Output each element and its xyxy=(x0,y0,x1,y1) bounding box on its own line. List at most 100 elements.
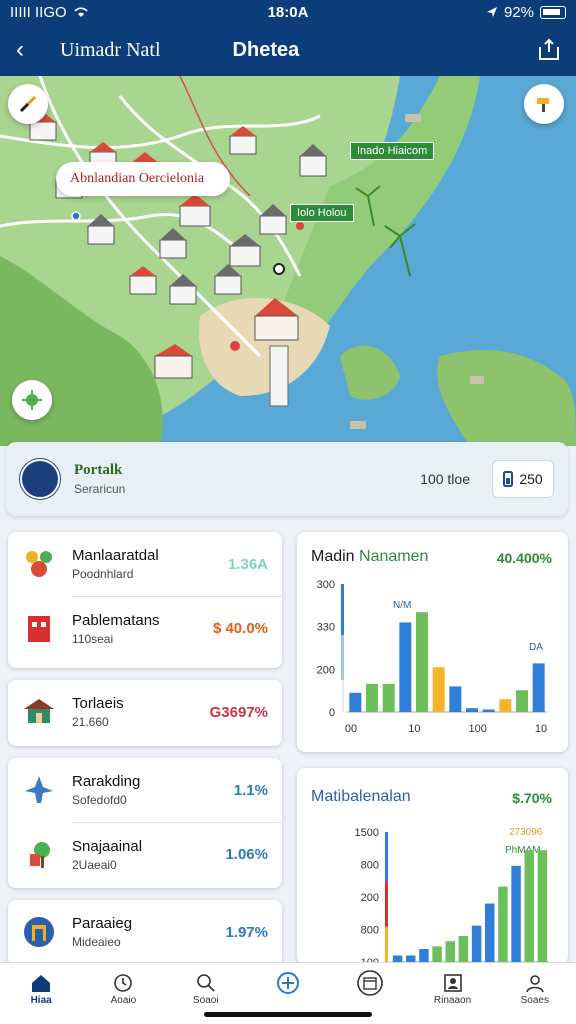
share-button[interactable] xyxy=(536,37,562,63)
nav-user[interactable]: Soaes xyxy=(494,963,576,1024)
item-percent: 1.1% xyxy=(233,781,268,799)
home-icon xyxy=(32,975,51,992)
item-percent: 1.97% xyxy=(225,923,268,941)
axis-accent xyxy=(341,635,344,680)
axis-accent xyxy=(385,926,388,962)
item-name: Rarakding xyxy=(72,773,141,790)
y-tick-label: 800 xyxy=(361,925,379,937)
item-sub: Sofedofd0 xyxy=(72,793,127,807)
search-icon xyxy=(196,974,215,992)
list-item[interactable]: Pablematans 110seai $ 40.0% xyxy=(28,596,282,660)
chart-annotation: N/M xyxy=(393,600,411,611)
nav-profile-card[interactable]: Rinaaon xyxy=(411,963,493,1024)
locate-button[interactable] xyxy=(12,380,52,420)
bar xyxy=(349,692,362,712)
summary-value: 100 tloe xyxy=(420,471,470,487)
people-icon xyxy=(26,551,52,577)
list-item[interactable]: Rarakding Sofedofd0 1.1% xyxy=(8,758,282,822)
summary-badge-value: 250 xyxy=(519,471,543,487)
y-tick-label: 800 xyxy=(361,860,379,872)
item-sub: 2Uaeai0 xyxy=(72,857,117,872)
chart-card-2[interactable]: Matibalenalan $.70% 273096 PhMAM 1500 800… xyxy=(297,768,568,964)
chart-card-1[interactable]: Madin Nanamen 40.400% N/M DA 300 330 200 0 0… xyxy=(297,532,568,752)
nav-label: Hiaa xyxy=(30,995,52,1006)
bar xyxy=(399,622,412,712)
axis-accent xyxy=(385,881,388,927)
item-sub: 21.660 xyxy=(72,715,109,729)
bar-chart: 273096 PhMAM 1500800200800100 xyxy=(355,827,549,964)
location-target-icon xyxy=(22,390,42,410)
item-name: Pablematans xyxy=(72,611,160,629)
map-view[interactable]: Abnlandian Oercielonia Inado Hiaicom Iol… xyxy=(0,76,576,446)
bar xyxy=(466,708,478,712)
item-percent: 1.06% xyxy=(225,846,268,863)
bar xyxy=(458,936,469,962)
x-tick-label: 100 xyxy=(468,723,486,735)
list-item[interactable]: Torlaeis 21.660 G3697% xyxy=(8,680,282,744)
calendar-icon xyxy=(357,970,384,996)
chevron-left-icon: ‹ xyxy=(16,36,24,63)
bar xyxy=(532,663,545,712)
battery-card-icon xyxy=(503,471,514,487)
compass-button[interactable] xyxy=(8,84,48,124)
item-name: Paraaieg xyxy=(72,915,133,932)
status-bar: IIIII IIGO 18:0A 92% xyxy=(0,0,576,24)
app-header: ‹ Uimadr Natl Dhetea xyxy=(0,24,576,76)
y-tick-label: 1500 xyxy=(355,827,379,839)
stats-card: Torlaeis 21.660 G3697% xyxy=(8,680,282,746)
map-label[interactable]: Iolo Holou xyxy=(290,204,354,222)
bar xyxy=(445,941,455,962)
bar xyxy=(511,865,521,962)
item-sub: Poodnhlard xyxy=(72,567,134,581)
y-tick-label: 330 xyxy=(317,622,335,634)
summary-badge[interactable]: 250 xyxy=(492,460,554,498)
bar xyxy=(416,612,428,712)
list-item[interactable]: Paraaieg Mideaieo 1.97% xyxy=(8,900,282,964)
bar xyxy=(482,709,495,712)
axis-accent xyxy=(341,584,344,636)
plus-icon xyxy=(276,972,299,994)
stats-card: Rarakding Sofedofd0 1.1% Snajaainal 2Uae… xyxy=(8,758,282,888)
map-search-field[interactable]: Abnlandian Oercielonia xyxy=(56,162,230,196)
y-tick-label: 200 xyxy=(361,892,379,904)
bar xyxy=(432,667,445,712)
stats-card: Paraaieg Mideaieo 1.97% xyxy=(8,900,282,966)
battery-icon xyxy=(540,5,566,19)
list-item[interactable]: Snajaainal 2Uaeai0 1.06% xyxy=(30,822,282,886)
tree-icon xyxy=(30,841,50,868)
bar xyxy=(537,850,548,962)
bar xyxy=(449,686,462,712)
back-button[interactable]: ‹ xyxy=(0,36,40,64)
chart-annotation: DA xyxy=(529,642,543,653)
bar xyxy=(382,683,395,712)
nav-activity[interactable]: Aoaio xyxy=(82,963,164,1024)
item-sub: Mideaieo xyxy=(72,935,121,949)
nav-label: Rinaaon xyxy=(433,995,472,1006)
nav-home[interactable]: Hiaa xyxy=(0,963,82,1024)
bar xyxy=(498,886,508,962)
bar xyxy=(471,925,482,962)
map-search-text: Abnlandian Oercielonia xyxy=(70,171,205,186)
chart-annotation: 273096 xyxy=(509,827,543,838)
bar xyxy=(432,946,442,962)
pavilion-icon xyxy=(24,699,54,723)
summary-card[interactable]: Portalk Seraricun 100 tloe 250 xyxy=(6,442,568,516)
header-title: Dhetea xyxy=(232,38,300,61)
map-label[interactable]: Inado Hiaicom xyxy=(350,142,435,160)
layers-button[interactable] xyxy=(524,84,564,124)
temple-icon xyxy=(24,917,54,947)
list-item[interactable]: Manlaaratdal Poodnhlard 1.36A xyxy=(8,532,282,596)
nav-label: Aoaio xyxy=(110,995,137,1006)
profile-card-icon xyxy=(443,974,462,992)
user-icon xyxy=(526,975,544,993)
x-tick-label: 10 xyxy=(408,723,420,735)
building-icon xyxy=(28,615,50,642)
home-indicator xyxy=(204,1012,372,1017)
bar xyxy=(366,683,378,712)
item-percent: $ 40.0% xyxy=(212,620,268,637)
x-tick-label: 00 xyxy=(345,723,357,735)
item-sub: 110seai xyxy=(72,631,114,646)
bar-chart: N/M DA 300330200000 10 100 10 xyxy=(317,579,547,735)
item-percent: 1.36A xyxy=(227,555,268,573)
location-icon xyxy=(486,7,497,17)
